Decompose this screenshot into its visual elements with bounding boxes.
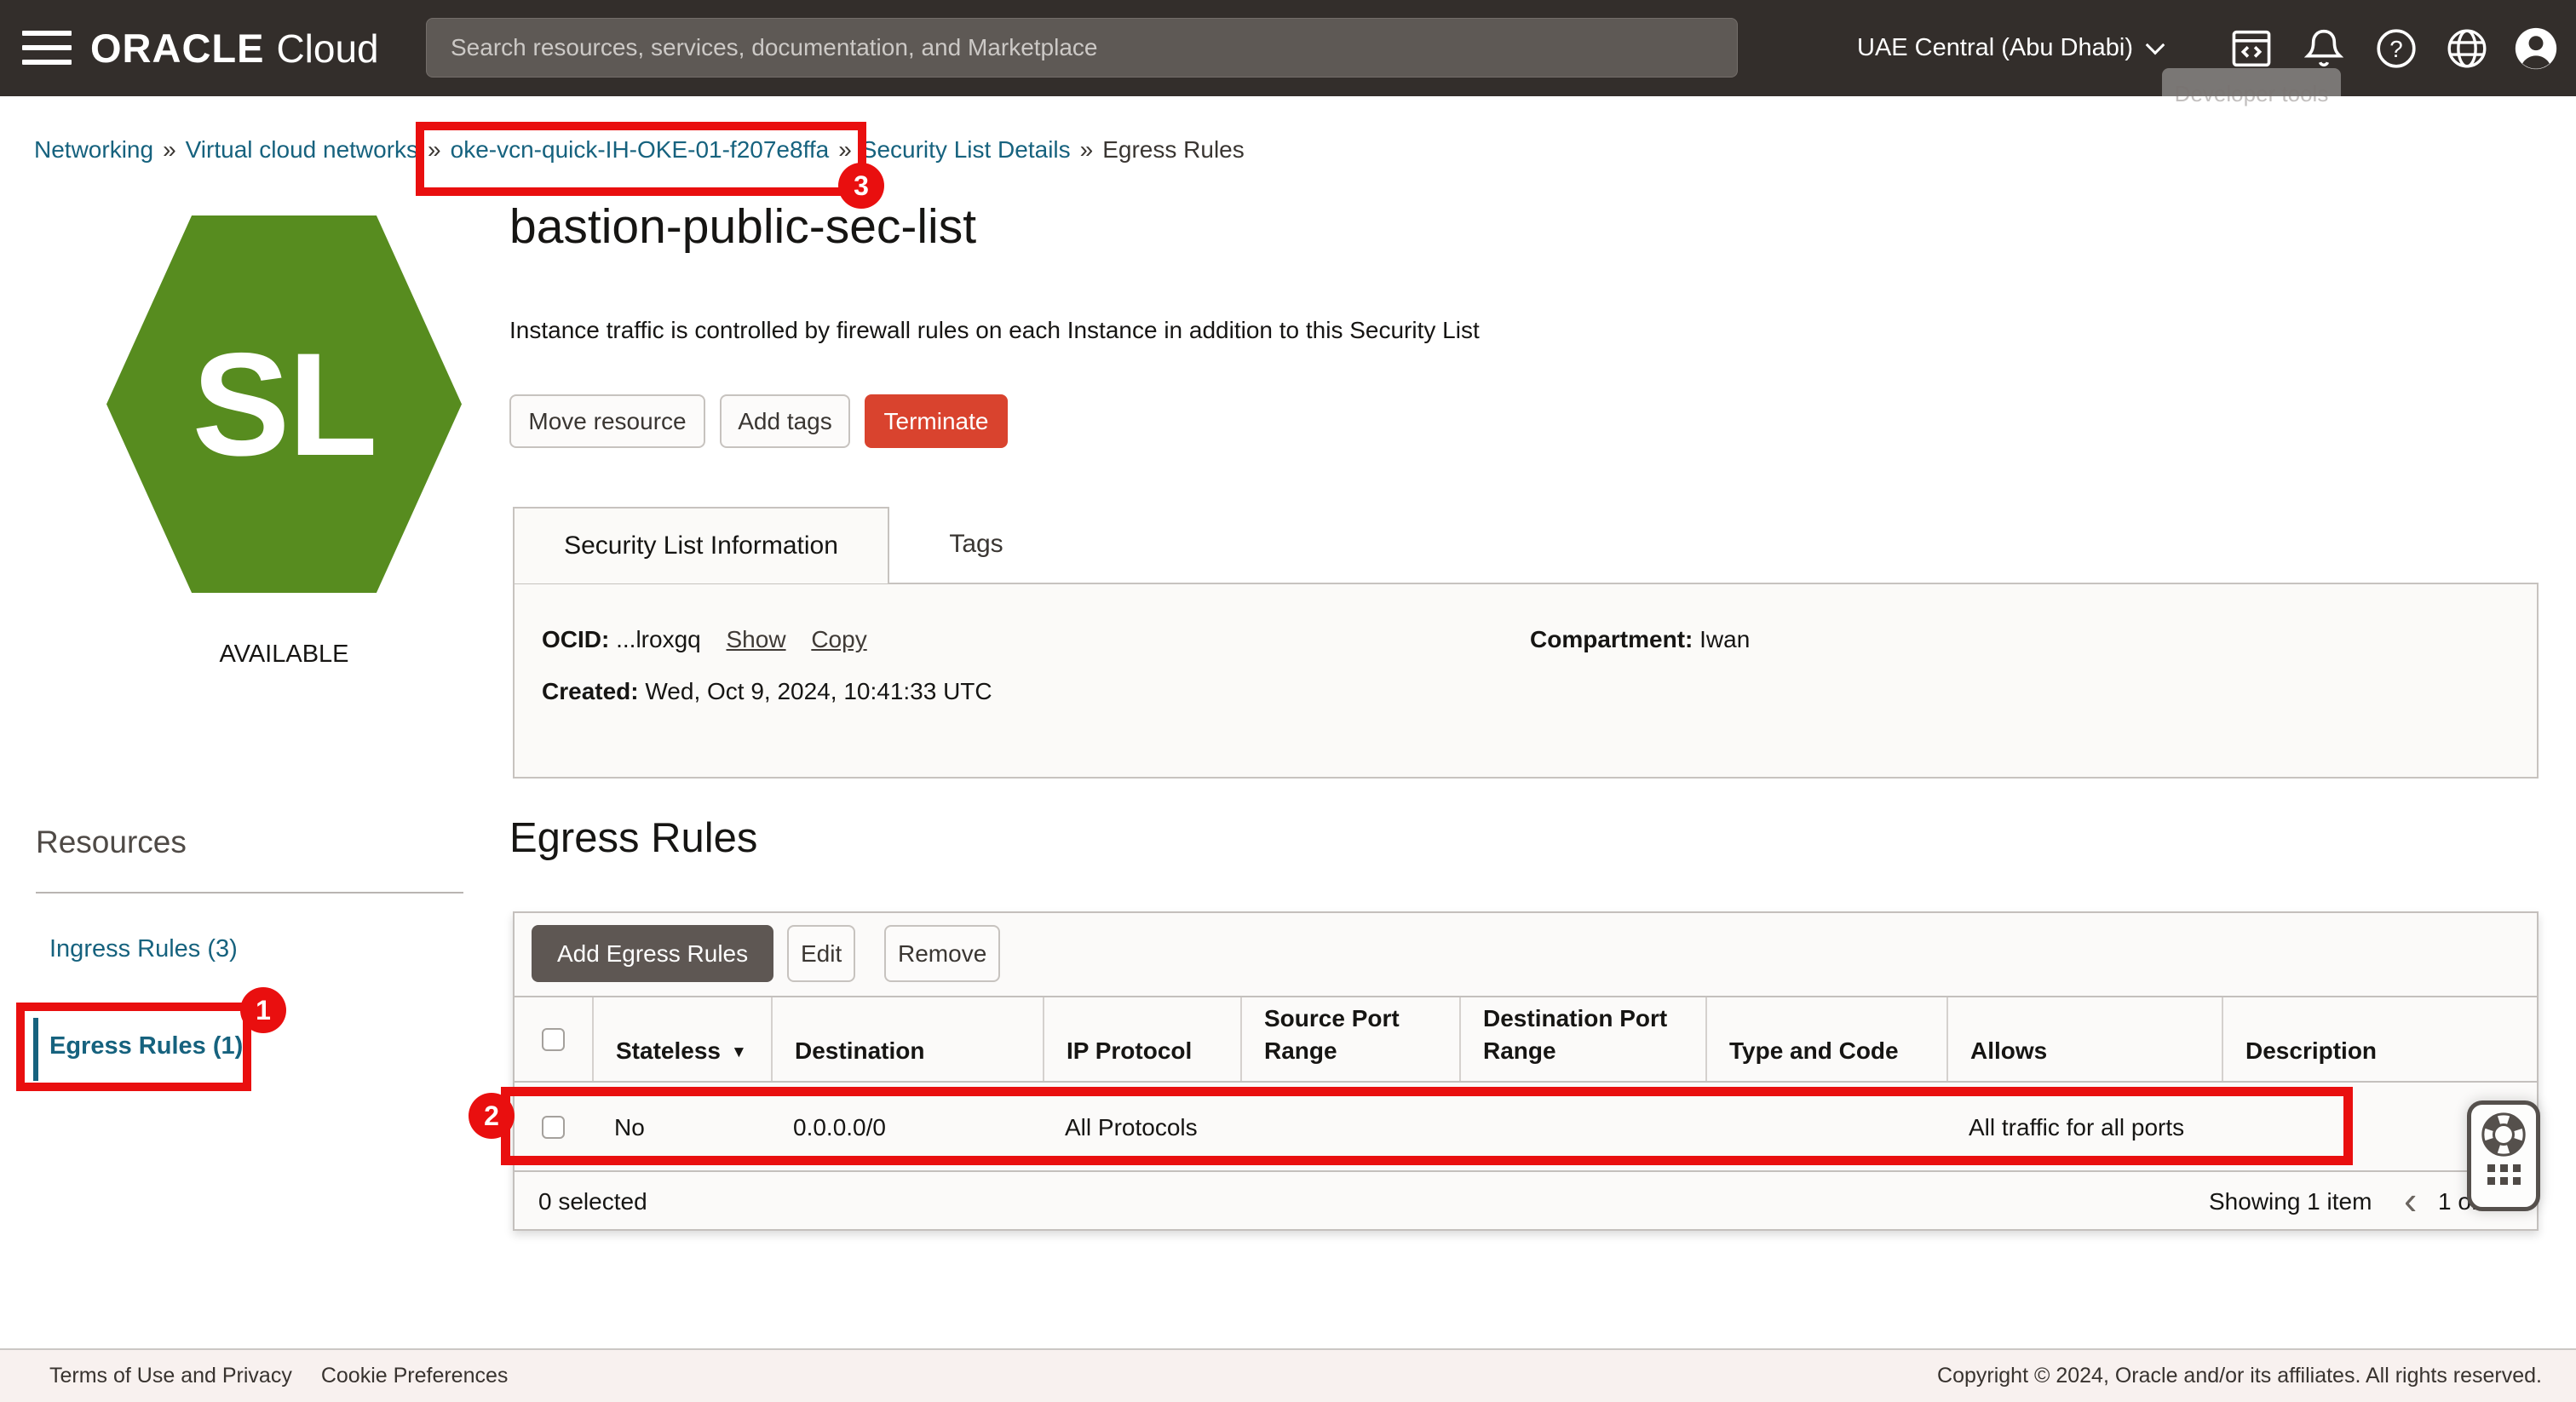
selected-count: 0 selected [538, 1172, 647, 1231]
ocid-row: OCID: ...lroxgq Show Copy [542, 626, 867, 653]
compartment-value: Iwan [1699, 626, 1750, 652]
add-tags-button[interactable]: Add tags [720, 394, 850, 448]
page-title: bastion-public-sec-list [509, 198, 976, 255]
column-header-ip-protocol: IP Protocol [1043, 997, 1240, 1081]
grid-dots-icon [2471, 1164, 2536, 1185]
floating-help-widget[interactable] [2467, 1100, 2540, 1211]
sidebar-divider [36, 892, 463, 893]
breadcrumb-vcn-name[interactable]: oke-vcn-quick-IH-OKE-01-f207e8ffa [451, 136, 830, 164]
stateless-header-label: Stateless [616, 1035, 721, 1067]
security-list-initials: SL [193, 320, 377, 489]
annotation-circle-2: 2 [469, 1093, 515, 1139]
compartment-label: Compartment: [1530, 626, 1693, 652]
sort-descending-icon[interactable]: ▼ [731, 1042, 747, 1064]
cell-type-and-code [1705, 1084, 1946, 1170]
developer-tools-tooltip: Developer tools [2162, 68, 2341, 119]
life-ring-icon [2479, 1110, 2528, 1159]
hamburger-menu-icon[interactable] [22, 31, 72, 66]
cell-ip-protocol: All Protocols [1043, 1084, 1240, 1170]
created-value: Wed, Oct 9, 2024, 10:41:33 UTC [645, 678, 992, 704]
sidebar-item-ingress-rules[interactable]: Ingress Rules (3) [49, 935, 238, 963]
column-header-description: Description [2222, 997, 2537, 1081]
ocid-show-link[interactable]: Show [727, 626, 786, 652]
egress-rules-table-panel: Add Egress Rules Edit Remove Stateless ▼… [513, 911, 2539, 1231]
developer-tools-icon[interactable] [2227, 24, 2276, 73]
breadcrumb-networking[interactable]: Networking [34, 136, 153, 164]
terms-of-use-link[interactable]: Terms of Use and Privacy [49, 1364, 292, 1388]
logo-cloud-text: Cloud [276, 26, 378, 72]
search-input[interactable] [426, 18, 1738, 78]
move-resource-button[interactable]: Move resource [509, 394, 705, 448]
svg-text:?: ? [2389, 36, 2402, 62]
breadcrumb-separator: » [1080, 136, 1094, 164]
footer-bar: Terms of Use and Privacy Cookie Preferen… [0, 1348, 2576, 1402]
compartment-row: Compartment: Iwan [1530, 626, 1750, 653]
tooltip-text: Developer tools [2175, 81, 2329, 107]
table-header-row: Stateless ▼ Destination IP Protocol Sour… [515, 996, 2537, 1083]
column-header-type-and-code: Type and Code [1705, 997, 1946, 1081]
breadcrumb-egress-rules: Egress Rules [1102, 136, 1245, 164]
cell-source-port-range [1240, 1084, 1459, 1170]
hamburger-bar [22, 60, 72, 65]
column-header-destination-port-range: Destination Port Range [1459, 997, 1705, 1081]
status-badge: AVAILABLE [106, 641, 462, 669]
user-avatar-icon[interactable] [2511, 24, 2561, 73]
ocid-value: ...lroxgq [616, 626, 701, 652]
tab-tags[interactable]: Tags [917, 507, 1036, 582]
notifications-bell-icon[interactable] [2299, 24, 2349, 73]
annotation-circle-1: 1 [240, 987, 286, 1033]
resource-actions: Move resource Add tags Terminate [509, 394, 1008, 448]
oracle-cloud-logo[interactable]: ORACLE Cloud [90, 0, 379, 96]
created-row: Created: Wed, Oct 9, 2024, 10:41:33 UTC [542, 678, 992, 705]
chevron-down-icon [2146, 35, 2165, 55]
breadcrumb-separator: » [838, 136, 852, 164]
breadcrumb-virtual-cloud-networks[interactable]: Virtual cloud networks [186, 136, 418, 164]
resources-heading: Resources [36, 825, 187, 860]
terminate-button[interactable]: Terminate [865, 394, 1008, 448]
row-checkbox[interactable] [542, 1116, 565, 1139]
column-header-source-port-range: Source Port Range [1240, 997, 1459, 1081]
tab-security-list-information[interactable]: Security List Information [513, 507, 889, 583]
add-egress-rules-button[interactable]: Add Egress Rules [532, 925, 773, 982]
sidebar-item-egress-rules[interactable]: Egress Rules (1) [49, 1032, 243, 1060]
cell-allows: All traffic for all ports [1946, 1084, 2222, 1170]
sidebar-active-indicator [33, 1018, 38, 1081]
breadcrumb-security-list-details[interactable]: Security List Details [861, 136, 1071, 164]
oci-console-page: ORACLE Cloud UAE Central (Abu Dhabi) ? D… [0, 0, 2576, 1402]
language-globe-icon[interactable] [2442, 24, 2492, 73]
column-header-stateless[interactable]: Stateless ▼ [592, 997, 771, 1081]
breadcrumb: Networking » Virtual cloud networks » ok… [34, 136, 1245, 164]
hamburger-bar [22, 45, 72, 50]
table-row[interactable]: No 0.0.0.0/0 All Protocols All traffic f… [515, 1084, 2537, 1172]
select-all-cell [515, 997, 592, 1081]
showing-items-text: Showing 1 item [2209, 1172, 2372, 1231]
hamburger-bar [22, 31, 72, 36]
egress-rules-heading: Egress Rules [509, 814, 757, 862]
ocid-copy-link[interactable]: Copy [811, 626, 866, 652]
cell-destination: 0.0.0.0/0 [771, 1084, 1043, 1170]
ocid-label: OCID: [542, 626, 609, 652]
created-label: Created: [542, 678, 639, 704]
edit-button[interactable]: Edit [787, 925, 855, 982]
cell-destination-port-range [1459, 1084, 1705, 1170]
column-header-allows: Allows [1946, 997, 2222, 1081]
logo-oracle-text: ORACLE [90, 25, 264, 72]
breadcrumb-separator: » [428, 136, 441, 164]
security-list-information-panel: OCID: ...lroxgq Show Copy Created: Wed, … [513, 583, 2539, 779]
remove-button[interactable]: Remove [884, 925, 1000, 982]
region-label: UAE Central (Abu Dhabi) [1857, 34, 2133, 62]
breadcrumb-separator: » [163, 136, 176, 164]
cookie-preferences-link[interactable]: Cookie Preferences [321, 1364, 509, 1388]
copyright-text: Copyright © 2024, Oracle and/or its affi… [1937, 1364, 2542, 1388]
cell-stateless: No [592, 1084, 771, 1170]
pagination-previous-icon[interactable]: ‹ [2404, 1172, 2417, 1228]
row-select-cell [515, 1084, 592, 1170]
column-header-destination: Destination [771, 997, 1043, 1081]
region-selector[interactable]: UAE Central (Abu Dhabi) [1857, 0, 2162, 96]
security-list-hexagon-icon: SL [106, 215, 462, 593]
help-icon[interactable]: ? [2372, 24, 2421, 73]
page-description: Instance traffic is controlled by firewa… [509, 317, 1480, 344]
select-all-checkbox[interactable] [542, 1028, 565, 1051]
egress-rules-toolbar: Add Egress Rules Edit Remove [515, 913, 2537, 996]
